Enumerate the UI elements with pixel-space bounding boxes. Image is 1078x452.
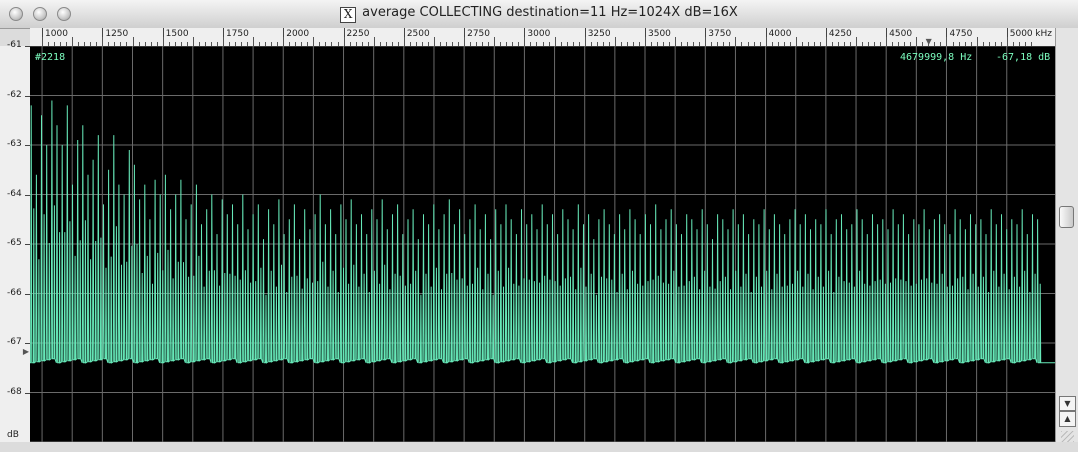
- db-tick-label: -67: [7, 337, 22, 347]
- db-tick-label: -63: [7, 139, 22, 149]
- db-tick-label: -62: [7, 89, 22, 100]
- db-axis: -61 -62 -63 -64 -65 -66 -67 -68 dB ▶: [0, 40, 31, 442]
- scroll-up-arrow-icon[interactable]: ▲: [1059, 411, 1076, 427]
- ruler-minor-tick: [403, 37, 405, 46]
- ruler-tick-label: 2000: [286, 29, 310, 39]
- cursor-marker-icon[interactable]: ▼: [926, 37, 932, 46]
- ruler-minor-tick: [856, 37, 858, 46]
- db-tick-label: -68: [7, 386, 22, 397]
- ruler-minor-tick: [1006, 37, 1008, 46]
- ruler-minor-tick: [72, 37, 74, 46]
- ruler-tick-label: 1250: [105, 29, 129, 39]
- db-readout: -67,18 dB: [996, 52, 1051, 63]
- ruler-minor-tick: [554, 37, 556, 46]
- ruler-tick-label: 1000: [45, 29, 68, 39]
- ruler-minor-tick: [162, 37, 164, 46]
- ruler-minor-tick: [102, 37, 104, 46]
- ruler-minor-tick: [373, 37, 375, 46]
- ruler-minor-tick: [283, 37, 285, 46]
- ruler-minor-tick: [886, 37, 888, 46]
- ruler-tick-label: 3750: [708, 29, 732, 39]
- scrollbar-thumb[interactable]: [1059, 206, 1074, 228]
- ruler-tick-label: 3000: [527, 29, 551, 39]
- spectrum-trace: [30, 100, 1055, 364]
- window-title-wrap: Xaverage COLLECTING destination=11 Hz=10…: [0, 5, 1078, 23]
- ruler-minor-tick: [433, 37, 435, 46]
- ruler-tick-label: 3250: [587, 29, 611, 39]
- ruler-tick-label: 2750: [467, 29, 491, 39]
- frequency-readout: 4679999,8 Hz: [900, 52, 973, 63]
- ruler-minor-tick: [584, 37, 586, 46]
- scroll-down-arrow-icon[interactable]: ▼: [1059, 396, 1076, 411]
- app-window: Xaverage COLLECTING destination=11 Hz=10…: [0, 0, 1078, 452]
- vertical-scrollbar[interactable]: ▼ ▲: [1055, 28, 1078, 452]
- ruler-minor-tick: [253, 37, 255, 46]
- ruler-tick-label: 4250: [828, 29, 852, 39]
- ruler-tick-label: 2500: [406, 29, 430, 39]
- ruler-minor-tick: [313, 37, 315, 46]
- ruler-tick-label: 1500: [165, 29, 189, 39]
- ruler-minor-tick: [42, 37, 44, 46]
- ruler-minor-tick: [675, 37, 677, 46]
- ruler-minor-tick: [795, 37, 797, 46]
- ruler-minor-tick: [614, 37, 616, 46]
- frequency-ruler[interactable]: 1000 1250 1500 1750 2000 2250 2500 2750 3000 3250…: [30, 28, 1055, 47]
- ruler-minor-tick: [645, 37, 646, 46]
- ruler-minor-tick: [192, 37, 194, 46]
- ruler-tick-label: 4750: [949, 29, 973, 39]
- ruler-minor-tick: [916, 37, 918, 46]
- ruler-tick-label: 4000: [768, 29, 792, 39]
- ruler-minor-tick: [946, 37, 948, 46]
- db-tick-label: -66: [7, 287, 22, 298]
- db-tick-label: -64: [7, 188, 22, 199]
- x-window-icon: X: [340, 7, 357, 23]
- ruler-minor-tick: [132, 37, 134, 46]
- ruler-tick-label: 2250: [346, 29, 370, 39]
- bottom-strip: [0, 442, 1078, 452]
- ruler-unit: kHz: [1035, 29, 1052, 39]
- ruler-minor-tick: [524, 37, 526, 46]
- level-marker-icon[interactable]: ▶: [23, 347, 29, 356]
- window-title: average COLLECTING destination=11 Hz=102…: [362, 5, 738, 20]
- ruler-tick-label: 5000: [1009, 29, 1033, 39]
- ruler-tick-label: 3500: [648, 29, 671, 39]
- db-tick-label: -61: [7, 40, 22, 50]
- title-bar[interactable]: Xaverage COLLECTING destination=11 Hz=10…: [0, 0, 1078, 29]
- ruler-minor-tick: [343, 37, 345, 46]
- frame-counter: #2218: [35, 52, 66, 63]
- ruler-minor-tick: [765, 37, 767, 46]
- spectrum-svg: [30, 46, 1055, 442]
- ruler-tick-label: 1750: [225, 29, 249, 39]
- spectrum-plot[interactable]: #2218 4679999,8 Hz -67,18 dB: [30, 46, 1055, 442]
- db-tick-label: -65: [7, 238, 22, 248]
- ruler-minor-tick: [976, 37, 978, 46]
- db-unit: dB: [7, 430, 19, 440]
- ruler-minor-tick: [735, 37, 737, 46]
- ruler-tick-label: 4500: [889, 29, 913, 39]
- ruler-minor-tick: [494, 37, 496, 46]
- ruler-minor-tick: [464, 37, 466, 46]
- ruler-minor-tick: [222, 37, 224, 46]
- ruler-minor-tick: [705, 37, 707, 46]
- ruler-minor-tick: [825, 37, 827, 46]
